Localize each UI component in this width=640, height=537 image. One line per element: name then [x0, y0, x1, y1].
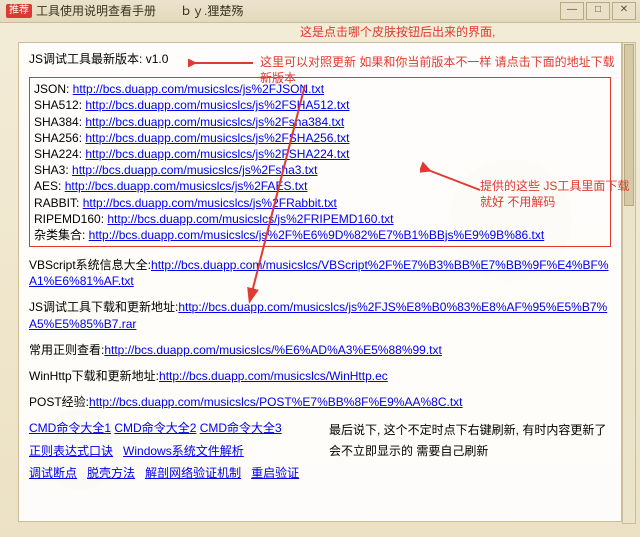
annotation-top: 这是点击哪个皮肤按钮后出来的界面,	[300, 24, 495, 40]
url-link[interactable]: http://bcs.duapp.com/musicslcs/js%2Fsha3…	[72, 163, 317, 177]
url-label: AES:	[34, 179, 65, 193]
cmd-link[interactable]: CMD命令大全3	[200, 421, 282, 435]
url-label: SHA224:	[34, 147, 85, 161]
url-link[interactable]: http://bcs.duapp.com/musicslcs/js%2FAES.…	[65, 179, 308, 193]
end-note: 最后说下, 这个不定时点下右键刷新, 有时内容更新了会不立即显示的 需要自己刷新	[309, 420, 611, 487]
url-label: SHA256:	[34, 131, 85, 145]
cmd-link[interactable]: 解剖网络验证机制	[145, 466, 241, 480]
url-label: JSON:	[34, 82, 73, 96]
section-label: 常用正则查看:	[29, 343, 104, 357]
recommend-badge: 推荐	[6, 4, 32, 18]
vertical-scrollbar[interactable]	[622, 42, 636, 524]
cmd-link[interactable]: 脱壳方法	[87, 466, 135, 480]
section-label: JS调试工具下载和更新地址:	[29, 300, 178, 314]
title-bar: 推荐 工具使用说明查看手册 ｂｙ.狸楚殇 — □ ✕	[0, 0, 640, 23]
section-label: POST经验:	[29, 395, 89, 409]
section-link[interactable]: http://bcs.duapp.com/musicslcs/POST%E7%B…	[89, 395, 462, 409]
cmd-link[interactable]: 调试断点	[29, 466, 77, 480]
url-link[interactable]: http://bcs.duapp.com/musicslcs/js%2FRabb…	[83, 196, 337, 210]
section-label: VBScript系统信息大全:	[29, 258, 151, 272]
url-link[interactable]: http://bcs.duapp.com/musicslcs/js%2FSHA5…	[85, 98, 349, 112]
cmd-link[interactable]: CMD命令大全1	[29, 421, 111, 435]
url-label: SHA512:	[34, 98, 85, 112]
url-label: SHA3:	[34, 163, 72, 177]
url-label: RABBIT:	[34, 196, 83, 210]
footer-links: CMD命令大全1 CMD命令大全2 CMD命令大全3 正则表达式口诀 Windo…	[29, 420, 309, 487]
js-tool-url-box: JSON: http://bcs.duapp.com/musicslcs/js%…	[29, 77, 611, 247]
section-label: WinHttp下载和更新地址:	[29, 369, 159, 383]
annotation-version: 这里可以对照更新 如果和你当前版本不一样 请点击下面的地址下载新版本	[260, 54, 620, 86]
section-link[interactable]: http://bcs.duapp.com/musicslcs/%E6%AD%A3…	[104, 343, 442, 357]
url-link[interactable]: http://bcs.duapp.com/musicslcs/js%2FSHA2…	[85, 131, 349, 145]
url-label: RIPEMD160:	[34, 212, 107, 226]
content-panel: JS调试工具最新版本: v1.0 JSON: http://bcs.duapp.…	[18, 42, 622, 522]
version-label: JS调试工具最新版本:	[29, 52, 142, 66]
cmd-link[interactable]: 正则表达式口诀	[29, 444, 113, 458]
url-label: SHA384:	[34, 115, 85, 129]
cmd-link[interactable]: CMD命令大全2	[114, 421, 196, 435]
section-link[interactable]: http://bcs.duapp.com/musicslcs/WinHttp.e…	[159, 369, 388, 383]
cmd-link[interactable]: 重启验证	[251, 466, 299, 480]
maximize-button[interactable]: □	[586, 2, 610, 20]
url-link[interactable]: http://bcs.duapp.com/musicslcs/js%2Fsha3…	[85, 115, 344, 129]
version-value: v1.0	[146, 52, 169, 66]
url-label: 杂类集合:	[34, 228, 89, 242]
url-link[interactable]: http://bcs.duapp.com/musicslcs/js%2FRIPE…	[107, 212, 393, 226]
cmd-link[interactable]: Windows系统文件解析	[123, 444, 244, 458]
minimize-button[interactable]: —	[560, 2, 584, 20]
url-link[interactable]: http://bcs.duapp.com/musicslcs/js%2FSHA2…	[85, 147, 349, 161]
window-title: 工具使用说明查看手册 ｂｙ.狸楚殇	[36, 0, 243, 22]
close-button[interactable]: ✕	[612, 2, 636, 20]
annotation-right: 提供的这些 JS工具里面下载就好 不用解码	[480, 178, 630, 210]
url-link[interactable]: http://bcs.duapp.com/musicslcs/js%2F%E6%…	[89, 228, 545, 242]
